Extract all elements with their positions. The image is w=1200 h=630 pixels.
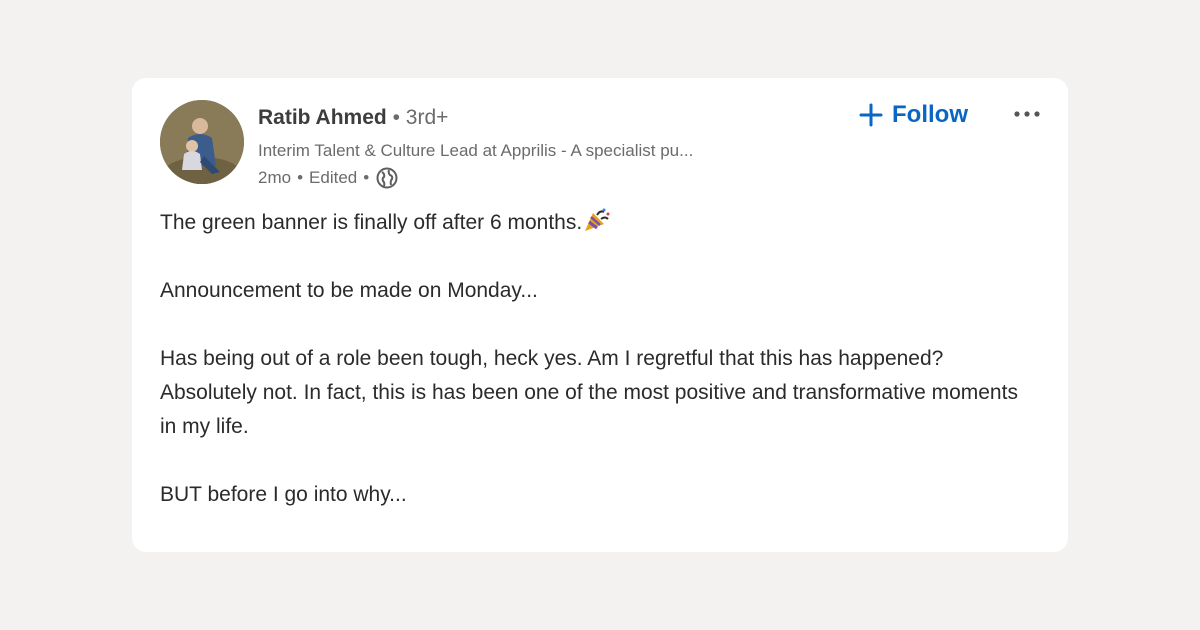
post-paragraph-text: The green banner is finally off after 6 …: [160, 211, 583, 234]
post-paragraph: The green banner is finally off after 6 …: [160, 206, 1040, 240]
degree-separator: •: [392, 106, 400, 129]
follow-label: Follow: [892, 101, 968, 128]
edited-label: Edited: [309, 168, 358, 187]
post-text: The green banner is finally off after 6 …: [160, 206, 1040, 512]
post-paragraph: BUT before I go into why...: [160, 483, 407, 506]
author-headline[interactable]: Interim Talent & Culture Lead at Apprili…: [258, 140, 818, 162]
post-meta: 2mo • Edited •: [258, 166, 399, 190]
post-paragraph: Announcement to be made on Monday...: [160, 279, 538, 302]
meta-separator: •: [297, 168, 304, 187]
author-name[interactable]: Ratib Ahmed: [258, 106, 387, 129]
more-options-button[interactable]: [1010, 102, 1044, 126]
post-paragraph: Has being out of a role been tough, heck…: [160, 347, 1018, 438]
connection-degree: 3rd+: [405, 106, 449, 129]
party-popper-icon: [582, 207, 610, 233]
more-horizontal-icon: [1014, 111, 1040, 117]
follow-button[interactable]: Follow: [858, 98, 968, 132]
author-line: Ratib Ahmed • 3rd+: [258, 104, 448, 132]
meta-separator: •: [363, 168, 370, 187]
avatar-photo: [160, 100, 244, 184]
plus-icon: [858, 102, 884, 128]
post-card: Ratib Ahmed • 3rd+ Interim Talent & Cult…: [132, 78, 1068, 552]
post-time: 2mo: [258, 168, 292, 187]
avatar[interactable]: [160, 100, 244, 184]
globe-icon: [375, 166, 399, 190]
